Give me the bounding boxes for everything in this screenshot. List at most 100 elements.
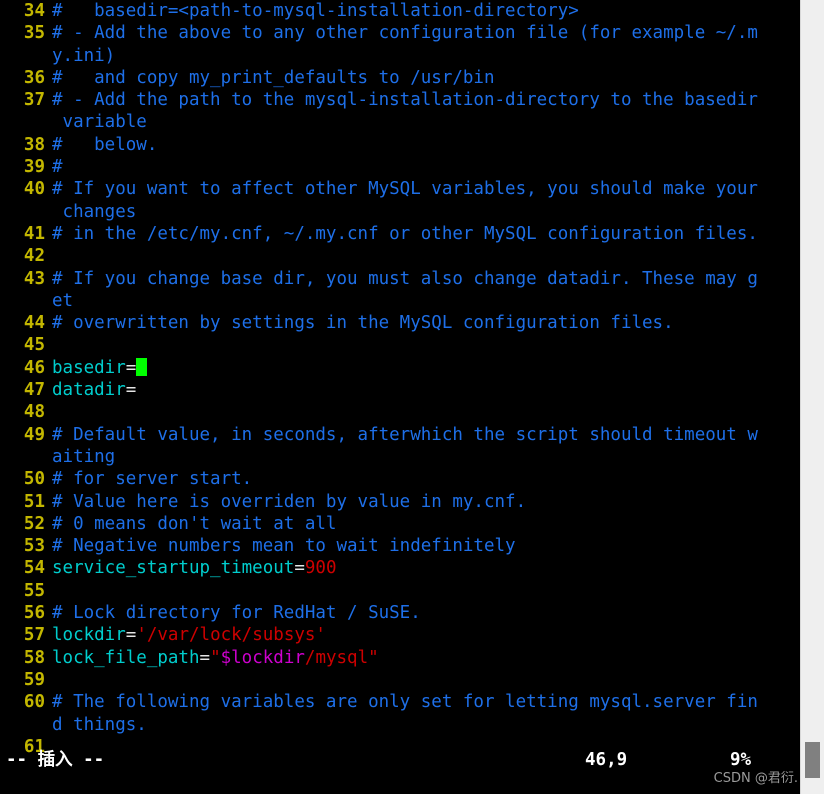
- editor-line[interactable]: 52 # 0 means don't wait at all: [0, 513, 800, 535]
- editor-line[interactable]: 50 # for server start.: [0, 468, 800, 490]
- editor-line[interactable]: 51 # Value here is overriden by value in …: [0, 491, 800, 513]
- editor-line[interactable]: 57 lockdir='/var/lock/subsys': [0, 624, 800, 646]
- editor-line[interactable]: 39 #: [0, 156, 800, 178]
- editor-wrapped-line[interactable]: d things.: [0, 714, 800, 736]
- line-content: # 0 means don't wait at all: [45, 513, 336, 535]
- editor-line[interactable]: 35 # - Add the above to any other configu…: [0, 22, 800, 44]
- editor-line[interactable]: 60 # The following variables are only set…: [0, 691, 800, 713]
- vertical-scrollbar[interactable]: [800, 0, 824, 794]
- line-number: 38: [23, 134, 45, 155]
- code-token: # basedir=<path-to-mysql-installation-di…: [52, 1, 579, 21]
- code-token: # - Add the above to any other configura…: [52, 23, 758, 44]
- line-content: # The following variables are only set f…: [45, 691, 758, 713]
- line-content: lockdir='/var/lock/subsys': [45, 624, 326, 646]
- editor-line[interactable]: 34 # basedir=<path-to-mysql-installation-…: [0, 0, 800, 22]
- line-content: # basedir=<path-to-mysql-installation-di…: [45, 0, 579, 22]
- vim-terminal-window: 34 # basedir=<path-to-mysql-installation-…: [0, 0, 824, 794]
- csdn-watermark: CSDN @君衍.: [713, 771, 798, 786]
- line-number: 50: [23, 469, 45, 490]
- line-number: 60: [23, 692, 45, 713]
- scrollbar-thumb[interactable]: [805, 742, 820, 778]
- code-token: # overwritten by settings in the MySQL c…: [52, 313, 674, 334]
- code-token: # 0 means don't wait at all: [52, 513, 337, 534]
- line-content: # Lock directory for RedHat / SuSE.: [45, 602, 421, 624]
- line-number: 54: [23, 558, 45, 579]
- editor-line[interactable]: 41 # in the /etc/my.cnf, ~/.my.cnf or oth…: [0, 223, 800, 245]
- line-content: service_startup_timeout=900: [45, 557, 336, 579]
- code-token: '/var/lock/subsys': [136, 625, 326, 646]
- code-token: changes: [52, 201, 137, 222]
- line-content: basedir=: [45, 357, 147, 379]
- editor-line[interactable]: 36 # and copy my_print_defaults to /usr/b…: [0, 67, 800, 89]
- code-token: =: [199, 647, 211, 668]
- text-cursor: [136, 357, 147, 376]
- code-token: lockdir: [52, 625, 126, 646]
- editor-line[interactable]: 48: [0, 401, 800, 423]
- code-token: datadir: [52, 380, 126, 401]
- line-content: y.ini): [45, 45, 115, 67]
- editor-text-area[interactable]: 34 # basedir=<path-to-mysql-installation-…: [0, 0, 800, 794]
- editor-line[interactable]: 47 datadir=: [0, 379, 800, 401]
- editor-line[interactable]: 56 # Lock directory for RedHat / SuSE.: [0, 602, 800, 624]
- code-token: =: [125, 357, 137, 378]
- line-content: et: [45, 290, 73, 312]
- editor-line[interactable]: 40 # If you want to affect other MySQL va…: [0, 178, 800, 200]
- line-number: 40: [23, 179, 45, 200]
- line-number: 48: [23, 402, 45, 423]
- code-token: y.ini): [52, 45, 116, 66]
- line-number: 49: [23, 424, 45, 445]
- editor-line[interactable]: 46 basedir=: [0, 357, 800, 379]
- line-number: 43: [23, 268, 45, 289]
- line-content: # Negative numbers mean to wait indefini…: [45, 535, 516, 557]
- code-token: # Value here is overriden by value in my…: [52, 491, 527, 512]
- code-token: #: [52, 157, 63, 178]
- line-content: # Value here is overriden by value in my…: [45, 491, 526, 513]
- editor-line[interactable]: 49 # Default value, in seconds, afterwhic…: [0, 424, 800, 446]
- code-token: =: [125, 625, 137, 646]
- line-number: 46: [23, 357, 45, 378]
- editor-line[interactable]: 55: [0, 580, 800, 602]
- status-mode-indicator: -- 插入 --: [6, 750, 105, 770]
- line-content: # If you want to affect other MySQL vari…: [45, 178, 758, 200]
- line-content: lock_file_path="$lockdir/mysql": [45, 647, 379, 669]
- code-token: # If you want to affect other MySQL vari…: [52, 179, 758, 200]
- line-content: d things.: [45, 714, 147, 736]
- code-token: /mysql": [304, 647, 379, 668]
- editor-wrapped-line[interactable]: y.ini): [0, 45, 800, 67]
- code-token: # - Add the path to the mysql-installati…: [52, 90, 758, 111]
- code-token: # below.: [52, 134, 158, 155]
- editor-line[interactable]: 42: [0, 245, 800, 267]
- editor-line[interactable]: 58 lock_file_path="$lockdir/mysql": [0, 647, 800, 669]
- line-number: 44: [23, 313, 45, 334]
- line-number: 56: [23, 603, 45, 624]
- editor-line[interactable]: 53 # Negative numbers mean to wait indefi…: [0, 535, 800, 557]
- editor-wrapped-line[interactable]: changes: [0, 201, 800, 223]
- line-number: 41: [23, 223, 45, 244]
- line-number: 55: [23, 580, 45, 601]
- code-token: # in the /etc/my.cnf, ~/.my.cnf or other…: [52, 223, 758, 244]
- code-token: # and copy my_print_defaults to /usr/bin: [52, 67, 495, 88]
- code-token: d things.: [52, 714, 147, 735]
- editor-line[interactable]: 59: [0, 669, 800, 691]
- line-number: 36: [23, 67, 45, 88]
- line-number: 34: [23, 1, 45, 21]
- editor-wrapped-line[interactable]: aiting: [0, 446, 800, 468]
- editor-line[interactable]: 43 # If you change base dir, you must als…: [0, 268, 800, 290]
- code-token: variable: [52, 112, 147, 133]
- line-number: 58: [23, 647, 45, 668]
- line-content: # - Add the path to the mysql-installati…: [45, 89, 758, 111]
- line-content: # below.: [45, 134, 157, 156]
- line-number: 47: [23, 380, 45, 401]
- line-content: # - Add the above to any other configura…: [45, 22, 758, 44]
- line-number: 42: [23, 246, 45, 267]
- code-token: # Default value, in seconds, afterwhich …: [52, 424, 758, 445]
- editor-line[interactable]: 54 service_startup_timeout=900: [0, 557, 800, 579]
- editor-line[interactable]: 44 # overwritten by settings in the MySQL…: [0, 312, 800, 334]
- editor-wrapped-line[interactable]: variable: [0, 111, 800, 133]
- code-token: # Negative numbers mean to wait indefini…: [52, 536, 516, 557]
- editor-wrapped-line[interactable]: et: [0, 290, 800, 312]
- editor-line[interactable]: 37 # - Add the path to the mysql-installa…: [0, 89, 800, 111]
- editor-line[interactable]: 45: [0, 334, 800, 356]
- line-content: # for server start.: [45, 468, 252, 490]
- editor-line[interactable]: 38 # below.: [0, 134, 800, 156]
